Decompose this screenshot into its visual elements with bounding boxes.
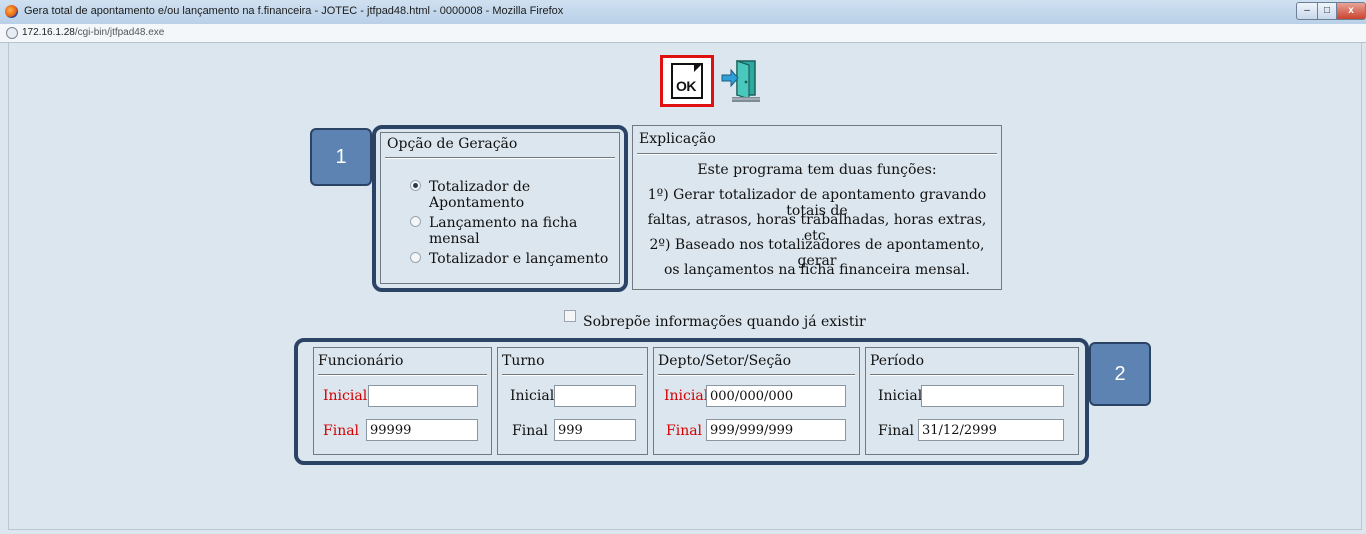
explanation-line: os lançamentos na ficha financeira mensa…: [663, 262, 970, 278]
callout-frame-2: [294, 338, 1089, 465]
callout-badge-1: 1: [310, 128, 372, 186]
explanation-line: Este programa tem duas funções:: [697, 162, 937, 178]
callout-frame-1: [372, 125, 628, 292]
overwrite-label: Sobrepõe informações quando já existir: [583, 314, 866, 330]
address-bar[interactable]: 172.16.1.28/cgi-bin/jtfpad48.exe: [0, 24, 1366, 43]
ok-document-icon: OK: [671, 63, 703, 99]
window-titlebar[interactable]: Gera total de apontamento e/ou lançament…: [0, 0, 1366, 25]
explanation-panel: Explicação Este programa tem duas funçõe…: [632, 125, 1002, 290]
explanation-title: Explicação: [639, 131, 716, 147]
window-title: Gera total de apontamento e/ou lançament…: [24, 5, 564, 17]
exit-button[interactable]: [720, 55, 764, 107]
ok-label: OK: [676, 78, 697, 94]
close-button[interactable]: x: [1336, 2, 1366, 20]
globe-icon: [6, 27, 18, 39]
firefox-icon: [5, 5, 18, 18]
ok-button[interactable]: OK: [660, 55, 714, 107]
minimize-button[interactable]: –: [1296, 2, 1317, 20]
maximize-button[interactable]: □: [1317, 2, 1336, 20]
url-host: 172.16.1.28: [22, 27, 75, 38]
divider: [637, 153, 997, 155]
exit-door-icon: [721, 60, 760, 102]
url-path: /cgi-bin/jtfpad48.exe: [74, 27, 165, 38]
callout-badge-2: 2: [1089, 342, 1151, 406]
address-text[interactable]: 172.16.1.28/cgi-bin/jtfpad48.exe: [22, 27, 164, 38]
overwrite-checkbox[interactable]: [564, 310, 576, 322]
